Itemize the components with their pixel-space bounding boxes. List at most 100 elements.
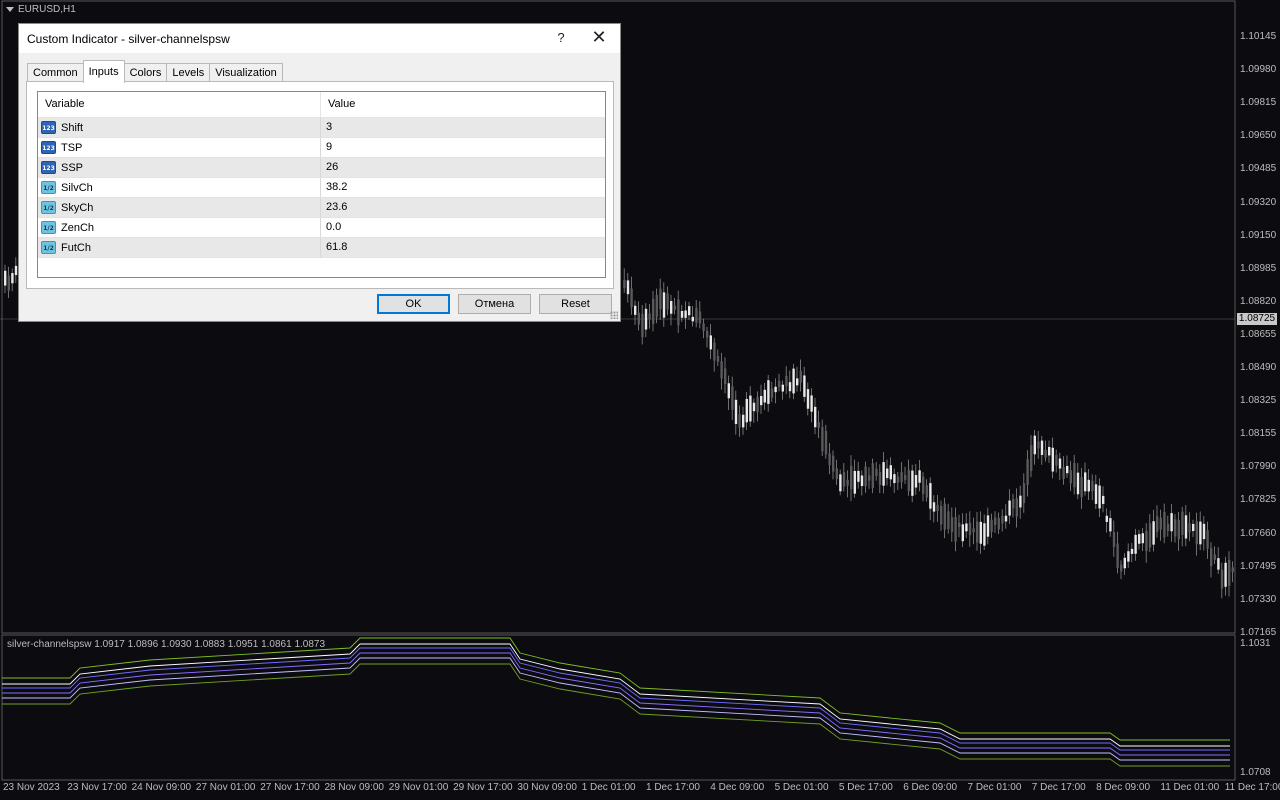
tab-common[interactable]: Common [27, 63, 84, 83]
double-type-icon: 1/2 [41, 221, 56, 234]
candle-body [1055, 454, 1058, 466]
table-row[interactable]: 123 TSP 9 [38, 138, 605, 158]
table-row[interactable]: 123 Shift 3 [38, 118, 605, 138]
custom-indicator-dialog[interactable]: Custom Indicator - silver-channelspsw ? … [18, 23, 621, 322]
candle-body [731, 386, 734, 410]
table-row[interactable]: 123 SSP 26 [38, 158, 605, 178]
candle-body [716, 355, 720, 362]
candle-body [846, 479, 849, 486]
reset-button[interactable]: Reset [539, 294, 612, 314]
price-scale-label: 1.08820 [1240, 295, 1277, 307]
channel-line [2, 663, 1230, 767]
candle-body [1166, 523, 1170, 532]
cancel-button[interactable]: Отмена [458, 294, 531, 314]
candle-body [670, 301, 673, 314]
time-axis-label: 5 Dec 17:00 [838, 782, 893, 793]
candle-body [1141, 533, 1144, 544]
candle-body [659, 288, 662, 310]
variable-value[interactable]: 3 [321, 118, 605, 137]
time-axis-label: 6 Dec 09:00 [903, 782, 958, 793]
candle-body [1030, 445, 1033, 471]
candle-body [666, 293, 669, 310]
price-scale-label: 1.10145 [1240, 31, 1277, 42]
candle-body [1170, 513, 1173, 532]
time-axis-label: 29 Nov 01:00 [388, 782, 449, 793]
candle-body [878, 471, 882, 486]
candle-body [976, 521, 979, 543]
close-icon[interactable]: ✕ [589, 28, 609, 46]
ok-button[interactable]: OK [377, 294, 450, 314]
variable-value[interactable]: 9 [321, 138, 605, 157]
candle-body [968, 522, 972, 536]
variable-value[interactable]: 23.6 [321, 198, 605, 217]
candle-body [644, 308, 648, 330]
help-icon[interactable]: ? [551, 30, 571, 45]
table-row[interactable]: 1/2 SkyCh 23.6 [38, 198, 605, 218]
candle-body [652, 298, 655, 324]
candle-body [806, 389, 810, 409]
candle-body [724, 368, 727, 385]
tab-inputs[interactable]: Inputs [82, 60, 125, 83]
resize-grip-icon[interactable] [610, 311, 618, 319]
column-header-variable[interactable]: Variable [38, 92, 321, 117]
price-scale-label: 1.09150 [1240, 229, 1277, 241]
tab-colors[interactable]: Colors [123, 63, 168, 83]
candle-body [1202, 523, 1206, 540]
tab-visualization[interactable]: Visualization [209, 63, 283, 83]
candle-body [1177, 519, 1180, 540]
candle-body [943, 503, 946, 530]
candle-body [1213, 554, 1216, 560]
candle-body [1051, 447, 1054, 472]
table-row[interactable]: 1/2 ZenCh 0.0 [38, 218, 605, 238]
candle-body [1224, 562, 1227, 587]
variable-value[interactable]: 61.8 [321, 238, 605, 257]
chart-symbol-title[interactable]: EURUSD,H1 [6, 4, 76, 15]
candle-body [1098, 485, 1101, 509]
candle-body [1116, 543, 1119, 568]
candle-body [648, 313, 651, 320]
candle-body [889, 465, 892, 480]
price-scale-label: 1.07165 [1240, 626, 1277, 638]
candle-body [997, 517, 1000, 530]
candle-body [760, 395, 763, 406]
candle-body [1033, 435, 1036, 455]
table-row[interactable]: 1/2 SilvCh 38.2 [38, 178, 605, 198]
variable-value[interactable]: 38.2 [321, 178, 605, 197]
candle-body [673, 305, 676, 310]
candle-body [799, 370, 802, 383]
candle-body [698, 311, 702, 324]
candle-body [817, 422, 820, 428]
price-scale-label: 1.07660 [1240, 527, 1277, 539]
candle-body [864, 466, 867, 487]
dialog-tabs: Common Inputs Colors Levels Visualizatio… [27, 60, 283, 83]
dialog-titlebar[interactable]: Custom Indicator - silver-channelspsw ? … [19, 24, 620, 53]
candle-body [1094, 484, 1098, 504]
integer-type-icon: 123 [41, 121, 56, 134]
variable-name: TSP [61, 141, 83, 154]
candle-body [1174, 519, 1177, 537]
candle-body [1019, 495, 1022, 508]
candle-body [1192, 523, 1195, 532]
candle-body [900, 471, 903, 483]
time-axis-label: 4 Dec 09:00 [710, 782, 765, 793]
table-row[interactable]: 1/2 FutCh 61.8 [38, 238, 605, 258]
candle-body [803, 375, 806, 397]
column-header-value[interactable]: Value [321, 92, 605, 117]
candle-body [1127, 551, 1130, 562]
candle-body [1066, 465, 1069, 474]
variable-value[interactable]: 0.0 [321, 218, 605, 237]
candle-body [709, 335, 712, 350]
candle-body [788, 382, 792, 392]
indicator-values-label: silver-channelspsw 1.0917 1.0896 1.0930 … [7, 639, 326, 650]
candle-body [1231, 567, 1234, 573]
tab-levels[interactable]: Levels [166, 63, 211, 83]
inputs-table[interactable]: Variable Value 123 Shift 3 123 TSP 9 123 SS… [37, 91, 606, 278]
table-body: 123 Shift 3 123 TSP 9 123 SSP 26 1/2 SilvCh … [38, 118, 605, 258]
candle-body [623, 280, 626, 288]
variable-name: Shift [61, 121, 84, 134]
time-axis-label: 23 Nov 17:00 [67, 782, 127, 793]
candle-body [986, 515, 990, 537]
candle-body [756, 396, 759, 413]
candle-body [1080, 477, 1083, 498]
variable-value[interactable]: 26 [321, 158, 605, 177]
